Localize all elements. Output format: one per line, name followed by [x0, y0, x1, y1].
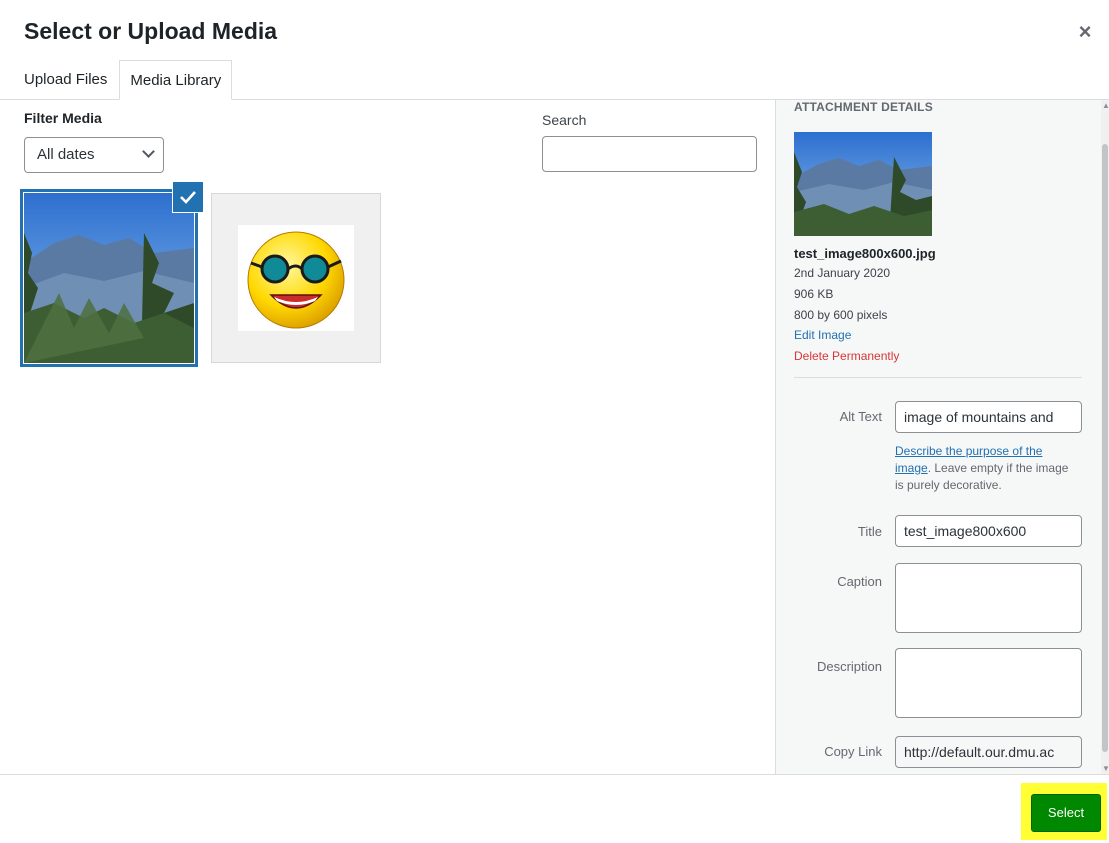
copy-link-label: Copy Link	[824, 744, 882, 759]
edit-image-link[interactable]: Edit Image	[794, 328, 851, 342]
delete-permanently-link[interactable]: Delete Permanently	[794, 349, 899, 363]
details-divider	[794, 377, 1082, 378]
chevron-down-icon	[142, 145, 155, 158]
title-label: Title	[857, 524, 882, 539]
date-filter-select[interactable]: All dates	[24, 137, 164, 173]
alt-text-field[interactable]	[895, 401, 1082, 433]
scroll-down-icon[interactable]: ▼	[1102, 765, 1109, 773]
caption-label: Caption	[837, 574, 882, 589]
scroll-up-icon[interactable]: ▲	[1102, 102, 1109, 110]
search-input[interactable]	[542, 136, 757, 172]
describe-purpose-link-image[interactable]: image	[895, 461, 928, 475]
caption-field[interactable]	[895, 563, 1082, 633]
search-label: Search	[542, 112, 587, 128]
copy-link-field[interactable]	[895, 736, 1082, 768]
attachment-file-size: 906 KB	[794, 287, 834, 301]
media-thumbnail-mountain[interactable]	[24, 193, 194, 363]
filter-media-label: Filter Media	[24, 110, 102, 126]
attachment-date: 2nd January 2020	[794, 266, 891, 280]
scrollbar-thumb[interactable]	[1102, 144, 1108, 752]
description-field[interactable]	[895, 648, 1082, 718]
media-modal: Select or Upload Media × Upload Files Me…	[0, 0, 1109, 843]
tab-upload-files[interactable]: Upload Files	[16, 60, 115, 100]
tab-media-library[interactable]: Media Library	[119, 60, 233, 100]
modal-title: Select or Upload Media	[24, 18, 278, 44]
alt-text-help: Describe the purpose of the image. Leave…	[895, 443, 1070, 494]
attachment-details-sidebar: ATTACHMENT DETAILS test_image800x600.jpg…	[775, 100, 1102, 775]
attachment-dimensions: 800 by 600 pixels	[794, 308, 888, 322]
description-label: Description	[816, 659, 882, 674]
attachment-details-heading: ATTACHMENT DETAILS	[794, 100, 933, 114]
sidebar-scrollbar[interactable]: ▲ ▼	[1101, 100, 1109, 775]
selected-checkmark-icon[interactable]	[173, 182, 203, 212]
alt-text-label: Alt Text	[839, 409, 882, 424]
sunglasses-smiley-image	[238, 225, 354, 331]
describe-purpose-link[interactable]: Describe the purpose of the	[895, 444, 1042, 458]
close-icon[interactable]: ×	[1073, 20, 1097, 44]
attachment-preview-image	[794, 132, 932, 236]
title-field[interactable]	[895, 515, 1082, 547]
tab-bar: Upload Files Media Library	[16, 60, 233, 100]
footer-divider	[0, 774, 1109, 775]
date-filter-value: All dates	[37, 146, 95, 163]
mountain-forest-image	[24, 193, 194, 363]
attachment-filename: test_image800x600.jpg	[794, 246, 936, 261]
select-button[interactable]: Select	[1031, 794, 1101, 832]
media-thumbnail-smiley[interactable]	[211, 193, 381, 363]
